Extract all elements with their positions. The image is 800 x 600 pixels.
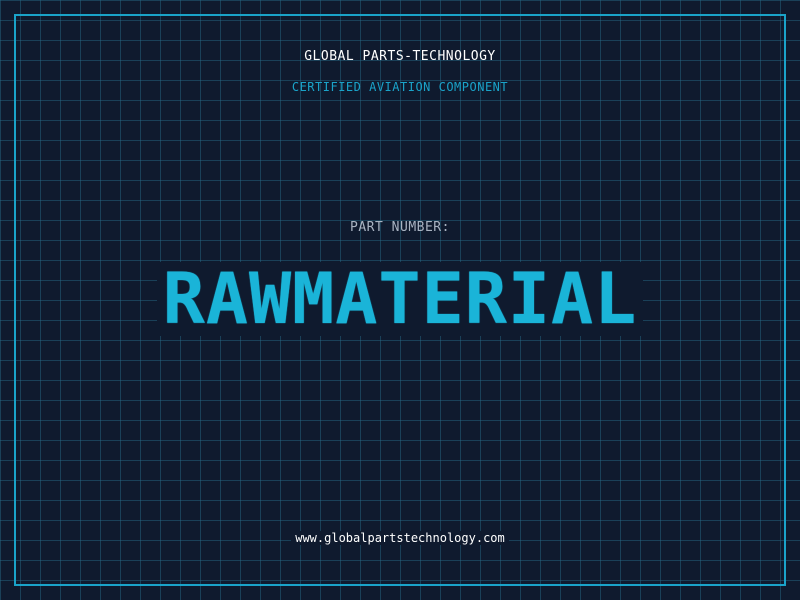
- website-url: www.globalpartstechnology.com: [291, 531, 509, 545]
- part-number-label: PART NUMBER:: [350, 220, 450, 235]
- part-number-container: RAWMATERIAL: [0, 262, 800, 336]
- company-name: GLOBAL PARTS-TECHNOLOGY: [304, 49, 496, 64]
- website-url-container: www.globalpartstechnology.com: [0, 531, 800, 545]
- certification-tagline: CERTIFIED AVIATION COMPONENT: [291, 80, 509, 94]
- part-label-card: GLOBAL PARTS-TECHNOLOGY CERTIFIED AVIATI…: [0, 0, 800, 600]
- part-number-value: RAWMATERIAL: [156, 262, 644, 336]
